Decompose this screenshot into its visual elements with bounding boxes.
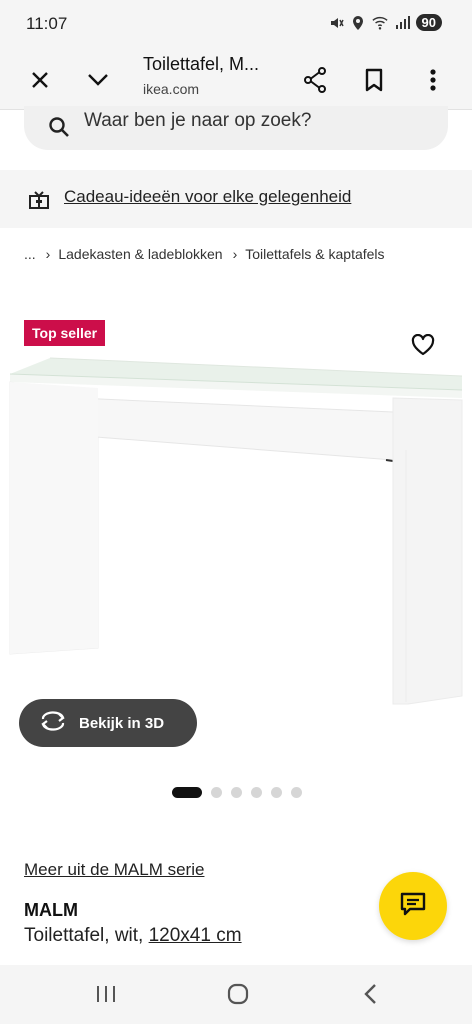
product-description-text: Toilettafel, wit,	[24, 925, 149, 946]
carousel-dot[interactable]	[291, 787, 302, 798]
page-url[interactable]: ikea.com	[143, 81, 199, 97]
rotate-3d-icon	[39, 710, 67, 736]
wifi-icon	[371, 15, 388, 31]
search-input[interactable]: Waar ben je naar op zoek?	[24, 106, 448, 150]
carousel-dot[interactable]	[231, 787, 242, 798]
promo-banner[interactable]: Cadeau-ideeën voor elke gelegenheid	[0, 170, 472, 228]
breadcrumb-item[interactable]: Toilettafels & kaptafels	[245, 246, 384, 262]
view-3d-label: Bekijk in 3D	[79, 714, 165, 732]
chevron-down-icon[interactable]	[80, 62, 116, 98]
home-icon[interactable]	[218, 979, 258, 1009]
product-description: Toilettafel, wit, 120x41 cm	[24, 925, 242, 947]
carousel-dot-active[interactable]	[172, 787, 202, 798]
product-name: MALM	[24, 900, 78, 920]
browser-toolbar: Toilettafel, M... ikea.com	[0, 50, 472, 110]
carousel-dot[interactable]	[211, 787, 222, 798]
top-seller-badge: Top seller	[24, 320, 106, 346]
breadcrumb-ellipsis[interactable]: ...	[24, 246, 36, 262]
product-size-link[interactable]: 120x41 cm	[149, 925, 242, 946]
series-link[interactable]: Meer uit de MALM serie	[24, 860, 204, 880]
breadcrumb-separator: ›	[232, 246, 238, 262]
status-bar: 11:07 90	[0, 0, 472, 50]
heart-icon[interactable]	[408, 330, 438, 360]
promo-link[interactable]: Cadeau-ideeën voor elke gelegenheid	[64, 187, 351, 207]
share-icon[interactable]	[297, 62, 333, 98]
view-3d-button[interactable]: Bekijk in 3D	[19, 699, 197, 747]
chat-button[interactable]	[379, 872, 447, 940]
breadcrumb-item[interactable]: Ladekasten & ladeblokken	[58, 246, 222, 262]
chat-icon	[400, 892, 426, 921]
search-placeholder: Waar ben je naar op zoek?	[84, 110, 312, 131]
bookmark-icon[interactable]	[356, 62, 392, 98]
location-icon	[350, 15, 366, 31]
recents-icon[interactable]	[86, 979, 126, 1009]
close-icon[interactable]	[22, 62, 58, 98]
system-nav-bar	[0, 965, 472, 1024]
carousel-dot[interactable]	[271, 787, 282, 798]
status-time: 11:07	[26, 14, 68, 33]
search-icon	[48, 116, 70, 143]
status-icons: 90	[328, 14, 442, 31]
breadcrumb-separator: ›	[45, 246, 51, 262]
gift-icon	[28, 189, 50, 214]
page-title[interactable]: Toilettafel, M...	[143, 54, 259, 75]
signal-icon	[394, 15, 410, 31]
breadcrumb: ... › Ladekasten & ladeblokken › Toilett…	[24, 246, 385, 262]
mute-icon	[328, 15, 344, 31]
carousel-indicator	[172, 787, 302, 798]
back-icon[interactable]	[350, 979, 390, 1009]
more-vert-icon[interactable]	[415, 62, 451, 98]
carousel-dot[interactable]	[251, 787, 262, 798]
battery-indicator: 90	[415, 14, 442, 31]
